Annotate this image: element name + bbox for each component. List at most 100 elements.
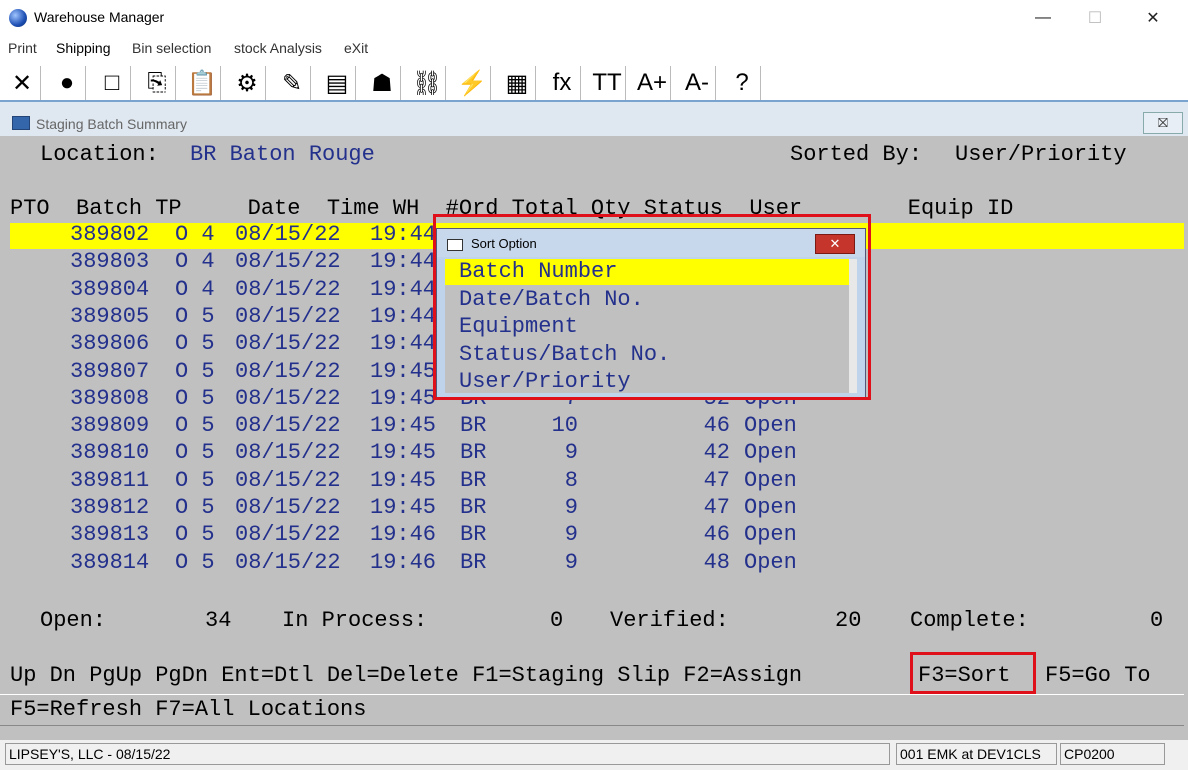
row-qty[interactable]: 46 xyxy=(680,413,730,439)
function-fx-icon[interactable]: fx xyxy=(544,66,581,100)
row-date[interactable]: 08/15/22 xyxy=(235,550,341,576)
row-batch[interactable]: 389814 xyxy=(70,550,149,576)
menu-shipping[interactable]: Shipping xyxy=(56,40,111,56)
row-batch[interactable]: 389809 xyxy=(70,413,149,439)
row-qty[interactable]: 47 xyxy=(680,495,730,521)
row-date[interactable]: 08/15/22 xyxy=(235,440,341,466)
child-close-button[interactable]: ⛝ xyxy=(1143,112,1183,134)
row-tp[interactable]: O 5 xyxy=(175,495,215,521)
row-batch[interactable]: 389813 xyxy=(70,522,149,548)
copy-icon[interactable]: ⎘ xyxy=(139,66,176,100)
row-ord[interactable]: 9 xyxy=(548,440,578,466)
row-time[interactable]: 19:44 xyxy=(370,304,436,330)
row-date[interactable]: 08/15/22 xyxy=(235,249,341,275)
row-tp[interactable]: O 5 xyxy=(175,440,215,466)
edit-icon[interactable]: ✎ xyxy=(274,66,311,100)
font-decrease-icon[interactable]: A- xyxy=(679,66,716,100)
row-batch[interactable]: 389811 xyxy=(70,468,149,494)
row-date[interactable]: 08/15/22 xyxy=(235,413,341,439)
row-tp[interactable]: O 5 xyxy=(175,413,215,439)
row-date[interactable]: 08/15/22 xyxy=(235,222,341,248)
row-tp[interactable]: O 5 xyxy=(175,522,215,548)
calendar-lightning-icon[interactable]: ▦ xyxy=(499,66,536,100)
row-batch[interactable]: 389803 xyxy=(70,249,149,275)
row-time[interactable]: 19:44 xyxy=(370,331,436,357)
row-time[interactable]: 19:45 xyxy=(370,386,436,412)
row-wh[interactable]: BR xyxy=(460,550,486,576)
blank-page-icon[interactable]: □ xyxy=(94,66,131,100)
row-tp[interactable]: O 5 xyxy=(175,386,215,412)
menu-bin-selection[interactable]: Bin selection xyxy=(132,40,211,56)
menu-print[interactable]: Print xyxy=(8,40,37,56)
row-batch[interactable]: 389812 xyxy=(70,495,149,521)
row-batch[interactable]: 389802 xyxy=(70,222,149,248)
row-date[interactable]: 08/15/22 xyxy=(235,386,341,412)
row-ord[interactable]: 10 xyxy=(548,413,578,439)
row-ord[interactable]: 9 xyxy=(548,495,578,521)
form-icon[interactable]: ▤ xyxy=(319,66,356,100)
row-tp[interactable]: O 5 xyxy=(175,304,215,330)
row-batch[interactable]: 389810 xyxy=(70,440,149,466)
globe-icon[interactable]: ● xyxy=(49,66,86,100)
exit-x-icon[interactable]: ✕ xyxy=(4,66,41,100)
settings-gear-icon[interactable]: ⚙ xyxy=(229,66,266,100)
row-qty[interactable]: 46 xyxy=(680,522,730,548)
row-tp[interactable]: O 5 xyxy=(175,359,215,385)
row-date[interactable]: 08/15/22 xyxy=(235,468,341,494)
row-time[interactable]: 19:46 xyxy=(370,550,436,576)
row-tp[interactable]: O 4 xyxy=(175,249,215,275)
row-date[interactable]: 08/15/22 xyxy=(235,277,341,303)
maximize-button[interactable]: ☐ xyxy=(1066,0,1124,36)
menu-stock-analysis[interactable]: stock Analysis xyxy=(234,40,322,56)
font-increase-icon[interactable]: A+ xyxy=(634,66,671,100)
row-tp[interactable]: O 5 xyxy=(175,331,215,357)
paste-icon[interactable]: 📋 xyxy=(184,66,221,100)
row-batch[interactable]: 389806 xyxy=(70,331,149,357)
row-qty[interactable]: 42 xyxy=(680,440,730,466)
row-status[interactable]: Open xyxy=(744,522,797,548)
row-tp[interactable]: O 5 xyxy=(175,468,215,494)
row-date[interactable]: 08/15/22 xyxy=(235,359,341,385)
minimize-button[interactable]: — xyxy=(1014,0,1072,36)
row-tp[interactable]: O 5 xyxy=(175,550,215,576)
row-time[interactable]: 19:46 xyxy=(370,522,436,548)
row-time[interactable]: 19:44 xyxy=(370,249,436,275)
row-status[interactable]: Open xyxy=(744,468,797,494)
row-ord[interactable]: 8 xyxy=(548,468,578,494)
row-ord[interactable]: 9 xyxy=(548,550,578,576)
lightning-icon[interactable]: ⚡ xyxy=(454,66,491,100)
row-tp[interactable]: O 4 xyxy=(175,277,215,303)
row-time[interactable]: 19:45 xyxy=(370,495,436,521)
function-keys-line2[interactable]: F5=Refresh F7=All Locations xyxy=(10,697,366,723)
link-chain-icon[interactable]: ⛓ xyxy=(409,66,446,100)
row-time[interactable]: 19:45 xyxy=(370,440,436,466)
row-tp[interactable]: O 4 xyxy=(175,222,215,248)
row-wh[interactable]: BR xyxy=(460,440,486,466)
row-time[interactable]: 19:45 xyxy=(370,413,436,439)
row-wh[interactable]: BR xyxy=(460,495,486,521)
help-icon[interactable]: ? xyxy=(724,66,761,100)
menu-exit[interactable]: eXit xyxy=(344,40,368,56)
row-wh[interactable]: BR xyxy=(460,413,486,439)
row-wh[interactable]: BR xyxy=(460,522,486,548)
row-ord[interactable]: 9 xyxy=(548,522,578,548)
users-icon[interactable]: ☗ xyxy=(364,66,401,100)
row-date[interactable]: 08/15/22 xyxy=(235,522,341,548)
row-time[interactable]: 19:44 xyxy=(370,222,436,248)
row-status[interactable]: Open xyxy=(744,413,797,439)
row-time[interactable]: 19:45 xyxy=(370,468,436,494)
row-time[interactable]: 19:44 xyxy=(370,277,436,303)
row-date[interactable]: 08/15/22 xyxy=(235,304,341,330)
row-status[interactable]: Open xyxy=(744,550,797,576)
row-batch[interactable]: 389807 xyxy=(70,359,149,385)
close-button[interactable]: ✕ xyxy=(1124,0,1182,36)
row-wh[interactable]: BR xyxy=(460,468,486,494)
row-qty[interactable]: 47 xyxy=(680,468,730,494)
f5-goto-key[interactable]: F5=Go To xyxy=(1045,663,1151,689)
row-batch[interactable]: 389804 xyxy=(70,277,149,303)
row-date[interactable]: 08/15/22 xyxy=(235,331,341,357)
row-batch[interactable]: 389805 xyxy=(70,304,149,330)
row-status[interactable]: Open xyxy=(744,495,797,521)
row-date[interactable]: 08/15/22 xyxy=(235,495,341,521)
row-status[interactable]: Open xyxy=(744,440,797,466)
